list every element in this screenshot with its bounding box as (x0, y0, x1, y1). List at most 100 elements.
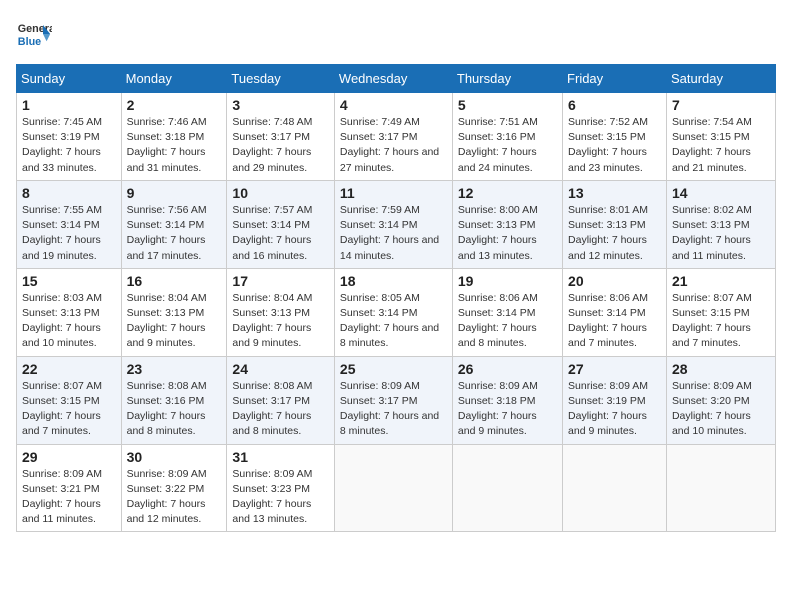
logo-icon: General Blue (16, 16, 52, 52)
day-of-week-header: Friday (563, 65, 667, 93)
calendar-header-row: SundayMondayTuesdayWednesdayThursdayFrid… (17, 65, 776, 93)
calendar-cell: 9 Sunrise: 7:56 AMSunset: 3:14 PMDaylight… (121, 180, 227, 268)
calendar-cell: 16 Sunrise: 8:04 AMSunset: 3:13 PMDayligh… (121, 268, 227, 356)
day-number: 11 (340, 185, 447, 201)
day-info: Sunrise: 8:01 AMSunset: 3:13 PMDaylight:… (568, 203, 661, 264)
day-info: Sunrise: 8:08 AMSunset: 3:16 PMDaylight:… (127, 379, 222, 440)
calendar-cell: 22 Sunrise: 8:07 AMSunset: 3:15 PMDayligh… (17, 356, 122, 444)
calendar-cell: 6 Sunrise: 7:52 AMSunset: 3:15 PMDaylight… (563, 93, 667, 181)
day-of-week-header: Monday (121, 65, 227, 93)
calendar-cell: 4 Sunrise: 7:49 AMSunset: 3:17 PMDaylight… (334, 93, 452, 181)
calendar-cell: 24Sunrise: 8:08 AMSunset: 3:17 PMDayligh… (227, 356, 335, 444)
calendar-cell: 14 Sunrise: 8:02 AMSunset: 3:13 PMDayligh… (666, 180, 775, 268)
day-info: Sunrise: 8:09 AMSunset: 3:19 PMDaylight:… (568, 379, 661, 440)
calendar-cell: 15 Sunrise: 8:03 AMSunset: 3:13 PMDayligh… (17, 268, 122, 356)
day-info: Sunrise: 8:08 AMSunset: 3:17 PMDaylight:… (232, 379, 329, 440)
day-number: 29 (22, 449, 116, 465)
day-of-week-header: Saturday (666, 65, 775, 93)
calendar-cell: 31 Sunrise: 8:09 AMSunset: 3:23 PMDayligh… (227, 444, 335, 532)
calendar-cell: 13 Sunrise: 8:01 AMSunset: 3:13 PMDayligh… (563, 180, 667, 268)
day-number: 19 (458, 273, 557, 289)
calendar-cell: 12 Sunrise: 8:00 AMSunset: 3:13 PMDayligh… (452, 180, 562, 268)
calendar-cell: 10Sunrise: 7:57 AMSunset: 3:14 PMDayligh… (227, 180, 335, 268)
day-info: Sunrise: 8:09 AMSunset: 3:17 PMDaylight:… (340, 379, 447, 440)
calendar-cell: 30 Sunrise: 8:09 AMSunset: 3:22 PMDayligh… (121, 444, 227, 532)
day-number: 13 (568, 185, 661, 201)
day-info: Sunrise: 8:09 AMSunset: 3:21 PMDaylight:… (22, 467, 116, 528)
day-number: 22 (22, 361, 116, 377)
day-number: 25 (340, 361, 447, 377)
day-number: 31 (232, 449, 329, 465)
day-of-week-header: Sunday (17, 65, 122, 93)
day-info: Sunrise: 8:09 AMSunset: 3:18 PMDaylight:… (458, 379, 557, 440)
day-number: 5 (458, 97, 557, 113)
calendar-cell: 29 Sunrise: 8:09 AMSunset: 3:21 PMDayligh… (17, 444, 122, 532)
day-number: 30 (127, 449, 222, 465)
day-number: 26 (458, 361, 557, 377)
day-info: Sunrise: 8:03 AMSunset: 3:13 PMDaylight:… (22, 291, 116, 352)
day-number: 12 (458, 185, 557, 201)
day-info: Sunrise: 8:09 AMSunset: 3:23 PMDaylight:… (232, 467, 329, 528)
day-info: Sunrise: 7:52 AMSunset: 3:15 PMDaylight:… (568, 115, 661, 176)
day-info: Sunrise: 8:00 AMSunset: 3:13 PMDaylight:… (458, 203, 557, 264)
calendar-week-row: 1Sunrise: 7:45 AMSunset: 3:19 PMDaylight… (17, 93, 776, 181)
day-number: 28 (672, 361, 770, 377)
calendar-cell: 27 Sunrise: 8:09 AMSunset: 3:19 PMDayligh… (563, 356, 667, 444)
calendar-cell: 7Sunrise: 7:54 AMSunset: 3:15 PMDaylight… (666, 93, 775, 181)
calendar-cell: 18Sunrise: 8:05 AMSunset: 3:14 PMDayligh… (334, 268, 452, 356)
calendar-cell (666, 444, 775, 532)
day-info: Sunrise: 7:55 AMSunset: 3:14 PMDaylight:… (22, 203, 116, 264)
calendar-week-row: 22 Sunrise: 8:07 AMSunset: 3:15 PMDayligh… (17, 356, 776, 444)
page-header: General Blue (16, 16, 776, 52)
calendar-cell (334, 444, 452, 532)
day-number: 23 (127, 361, 222, 377)
calendar-table: SundayMondayTuesdayWednesdayThursdayFrid… (16, 64, 776, 532)
day-number: 8 (22, 185, 116, 201)
calendar-cell: 3Sunrise: 7:48 AMSunset: 3:17 PMDaylight… (227, 93, 335, 181)
calendar-week-row: 8 Sunrise: 7:55 AMSunset: 3:14 PMDaylight… (17, 180, 776, 268)
day-info: Sunrise: 8:05 AMSunset: 3:14 PMDaylight:… (340, 291, 447, 352)
calendar-cell: 25 Sunrise: 8:09 AMSunset: 3:17 PMDayligh… (334, 356, 452, 444)
calendar-cell: 26 Sunrise: 8:09 AMSunset: 3:18 PMDayligh… (452, 356, 562, 444)
day-number: 4 (340, 97, 447, 113)
day-info: Sunrise: 8:07 AMSunset: 3:15 PMDaylight:… (22, 379, 116, 440)
day-info: Sunrise: 7:49 AMSunset: 3:17 PMDaylight:… (340, 115, 447, 176)
logo: General Blue (16, 16, 56, 52)
calendar-cell (452, 444, 562, 532)
day-info: Sunrise: 8:09 AMSunset: 3:22 PMDaylight:… (127, 467, 222, 528)
day-info: Sunrise: 7:57 AMSunset: 3:14 PMDaylight:… (232, 203, 329, 264)
calendar-cell: 2 Sunrise: 7:46 AMSunset: 3:18 PMDaylight… (121, 93, 227, 181)
calendar-cell: 23 Sunrise: 8:08 AMSunset: 3:16 PMDayligh… (121, 356, 227, 444)
day-number: 7 (672, 97, 770, 113)
day-number: 9 (127, 185, 222, 201)
day-number: 2 (127, 97, 222, 113)
day-of-week-header: Wednesday (334, 65, 452, 93)
calendar-cell: 5Sunrise: 7:51 AMSunset: 3:16 PMDaylight… (452, 93, 562, 181)
day-info: Sunrise: 7:46 AMSunset: 3:18 PMDaylight:… (127, 115, 222, 176)
calendar-cell: 1Sunrise: 7:45 AMSunset: 3:19 PMDaylight… (17, 93, 122, 181)
day-number: 14 (672, 185, 770, 201)
day-info: Sunrise: 8:06 AMSunset: 3:14 PMDaylight:… (458, 291, 557, 352)
day-info: Sunrise: 8:04 AMSunset: 3:13 PMDaylight:… (127, 291, 222, 352)
day-number: 6 (568, 97, 661, 113)
day-info: Sunrise: 7:48 AMSunset: 3:17 PMDaylight:… (232, 115, 329, 176)
calendar-cell (563, 444, 667, 532)
calendar-week-row: 29 Sunrise: 8:09 AMSunset: 3:21 PMDayligh… (17, 444, 776, 532)
day-number: 27 (568, 361, 661, 377)
day-number: 17 (232, 273, 329, 289)
day-number: 16 (127, 273, 222, 289)
calendar-cell: 19 Sunrise: 8:06 AMSunset: 3:14 PMDayligh… (452, 268, 562, 356)
day-number: 15 (22, 273, 116, 289)
day-info: Sunrise: 8:06 AMSunset: 3:14 PMDaylight:… (568, 291, 661, 352)
day-of-week-header: Thursday (452, 65, 562, 93)
day-number: 21 (672, 273, 770, 289)
day-info: Sunrise: 8:02 AMSunset: 3:13 PMDaylight:… (672, 203, 770, 264)
calendar-week-row: 15 Sunrise: 8:03 AMSunset: 3:13 PMDayligh… (17, 268, 776, 356)
calendar-cell: 21Sunrise: 8:07 AMSunset: 3:15 PMDayligh… (666, 268, 775, 356)
day-info: Sunrise: 7:59 AMSunset: 3:14 PMDaylight:… (340, 203, 447, 264)
day-number: 1 (22, 97, 116, 113)
day-info: Sunrise: 7:56 AMSunset: 3:14 PMDaylight:… (127, 203, 222, 264)
calendar-cell: 11 Sunrise: 7:59 AMSunset: 3:14 PMDayligh… (334, 180, 452, 268)
day-info: Sunrise: 8:04 AMSunset: 3:13 PMDaylight:… (232, 291, 329, 352)
calendar-cell: 17 Sunrise: 8:04 AMSunset: 3:13 PMDayligh… (227, 268, 335, 356)
